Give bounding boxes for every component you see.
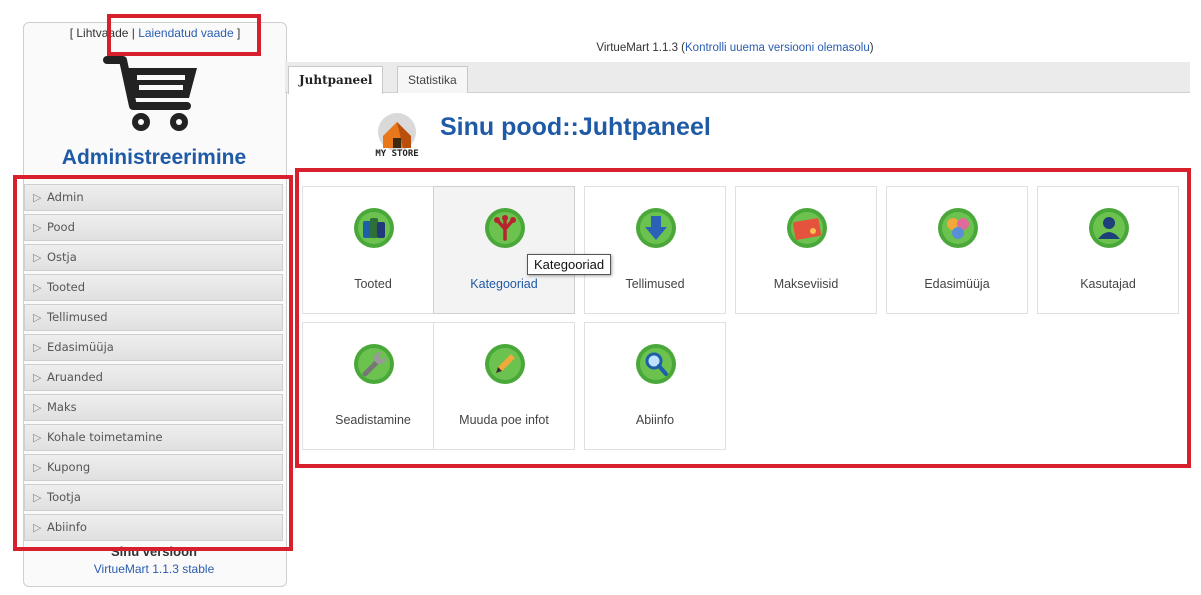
version-text: VirtueMart 1.1.3 stable [93,562,215,576]
my-store-icon: MY STORE [370,110,424,160]
version-suffix: ) [869,42,874,54]
version-info: VirtueMart 1.1.3 (Kontrolli uuema versio… [285,42,1185,54]
version-prefix: VirtueMart 1.1.3 ( [596,42,686,54]
highlight-extended-view [107,14,261,56]
sidebar-title: Administreerimine [61,146,247,169]
my-store-caption: MY STORE [375,149,419,159]
tab-statistika[interactable]: Statistika [397,66,468,93]
tab-juhtpaneel[interactable]: Juhtpaneel [288,66,384,94]
highlight-dashboard-grid [295,168,1191,468]
check-updates-link[interactable]: Kontrolli uuema versiooni olemasolu [685,42,870,54]
highlight-admin-menu [13,175,293,551]
shopping-cart-icon [103,54,203,134]
tab-strip: Juhtpaneel Statistika [285,62,1190,94]
page-title: Sinu pood::Juhtpaneel [440,113,711,141]
tooltip: Kategooriad [527,254,612,275]
